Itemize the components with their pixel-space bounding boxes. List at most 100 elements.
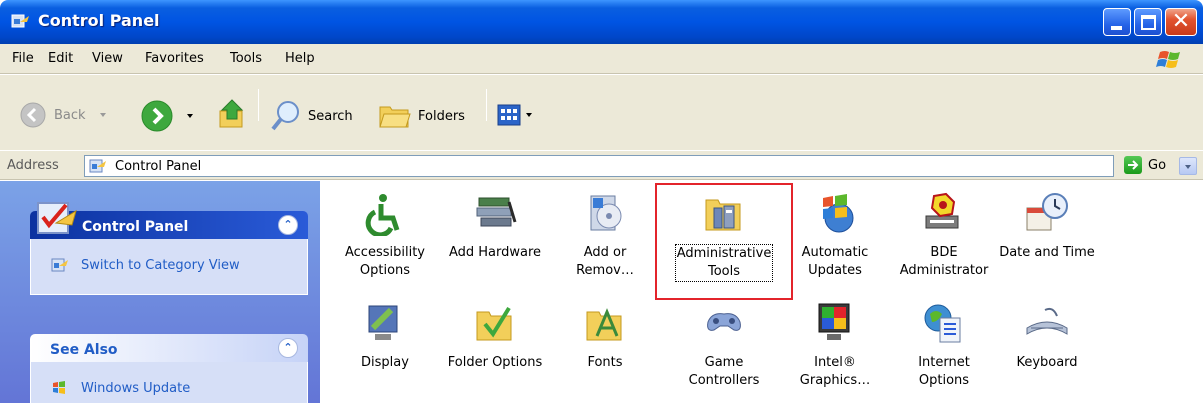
icon-internet-options[interactable]: Internet Options — [889, 302, 999, 390]
label-line1: Add Hardware — [448, 245, 542, 260]
address-bar: Address Control Panel Go — [0, 150, 1203, 180]
windows-update-label: Windows Update — [81, 380, 191, 396]
back-dropdown-icon[interactable] — [99, 113, 106, 117]
minimize-icon — [1111, 26, 1122, 30]
icon-automatic-updates[interactable]: Automatic Updates — [780, 192, 890, 280]
window-title: Control Panel — [38, 11, 160, 30]
views-grid-icon — [497, 104, 521, 126]
windows-globe-icon — [823, 194, 854, 233]
back-label: Back — [54, 107, 86, 123]
menu-edit[interactable]: Edit — [48, 51, 73, 66]
display-icon — [368, 305, 398, 340]
close-button[interactable]: ✕ — [1165, 8, 1197, 36]
windows-update-icon — [53, 381, 65, 394]
label-line1: Date and Time — [999, 245, 1095, 260]
label-line2: Options — [918, 373, 970, 388]
windows-update-link[interactable]: Windows Update — [31, 362, 307, 396]
icon-folder-options[interactable]: Folder Options — [440, 302, 550, 372]
icon-add-or-remove[interactable]: Add or Remov… — [550, 192, 660, 280]
add-remove-icon — [590, 195, 622, 231]
folders-icon — [379, 106, 411, 128]
menu-file[interactable]: File — [12, 51, 34, 66]
control-panel-section-header[interactable]: Control Panel ⌃ — [30, 202, 308, 239]
wheelchair-icon — [365, 194, 400, 238]
up-folder-icon[interactable] — [218, 97, 248, 131]
collapse-control-panel-button[interactable]: ⌃ — [278, 215, 298, 235]
close-icon: ✕ — [1171, 9, 1191, 34]
search-icon — [271, 101, 299, 131]
globe-document-icon — [924, 304, 961, 343]
folder-check-icon — [476, 306, 512, 341]
clock-calendar-icon — [1026, 193, 1068, 231]
title-bar[interactable]: Control Panel ✕ — [0, 0, 1203, 44]
address-field[interactable]: Control Panel — [84, 155, 1197, 177]
windows-logo-icon — [1156, 51, 1180, 68]
forward-arrow-icon — [141, 100, 173, 132]
icon-intel-graphics[interactable]: Intel® Graphics… — [780, 302, 890, 390]
back-button[interactable]: Back — [20, 102, 106, 128]
icon-date-and-time[interactable]: Date and Time — [992, 192, 1102, 262]
icon-display[interactable]: Display — [330, 302, 440, 372]
keyboard-icon — [1026, 307, 1068, 335]
menu-bar: File Edit View Favorites Tools Help — [0, 44, 1203, 74]
menu-help[interactable]: Help — [285, 51, 315, 66]
label-line1: Fonts — [587, 355, 623, 370]
icon-game-controllers[interactable]: Game Controllers — [669, 302, 779, 390]
see-also-section-header[interactable]: See Also ⌃ — [30, 334, 308, 362]
minimize-button[interactable] — [1103, 8, 1131, 36]
control-panel-section: Control Panel ⌃ Switch to Category View — [30, 202, 308, 295]
views-button[interactable] — [497, 104, 532, 126]
label-line1: Accessibility — [345, 245, 425, 260]
selection-highlight — [655, 183, 793, 300]
label-line1: Keyboard — [1016, 355, 1078, 370]
address-label: Address — [7, 158, 59, 173]
chevron-down-icon — [1185, 165, 1191, 169]
gamepad-icon — [707, 313, 741, 331]
label-line2: Remov… — [576, 263, 634, 278]
control-panel-icon — [11, 14, 29, 28]
category-view-icon — [51, 258, 68, 272]
address-dropdown-button[interactable] — [1179, 157, 1197, 175]
label-line1: BDE — [930, 245, 958, 260]
toolbar: Back Search Folders — [0, 75, 1203, 159]
see-also-section-body: Windows Update — [30, 362, 308, 403]
menu-tools[interactable]: Tools — [230, 51, 262, 66]
menu-favorites[interactable]: Favorites — [145, 51, 204, 66]
go-arrow-icon — [1124, 156, 1142, 174]
control-panel-icon — [89, 159, 106, 173]
icon-fonts[interactable]: Fonts — [550, 302, 660, 372]
label-line2: Updates — [808, 263, 862, 278]
folders-label: Folders — [418, 108, 465, 124]
control-panel-section-title: Control Panel — [82, 219, 189, 235]
search-button[interactable]: Search — [270, 100, 353, 132]
icon-keyboard[interactable]: Keyboard — [992, 302, 1102, 372]
see-also-section: See Also ⌃ Windows Update — [30, 334, 308, 403]
see-also-section-title: See Also — [50, 342, 118, 358]
icon-add-hardware[interactable]: Add Hardware — [440, 192, 550, 262]
icon-accessibility-options[interactable]: Accessibility Options — [330, 192, 440, 280]
label-line1: Display — [361, 355, 409, 370]
control-panel-large-icon — [37, 202, 77, 234]
views-dropdown-icon[interactable] — [526, 113, 532, 117]
label-line2: Controllers — [688, 373, 760, 388]
folders-button[interactable]: Folders — [378, 101, 465, 131]
collapse-see-also-button[interactable]: ⌃ — [278, 338, 298, 358]
search-label: Search — [308, 108, 353, 124]
forward-dropdown-icon[interactable] — [187, 114, 193, 118]
switch-category-view-link[interactable]: Switch to Category View — [31, 239, 307, 273]
forward-button[interactable] — [141, 100, 193, 132]
label-line1: Automatic — [801, 245, 869, 260]
intel-monitor-icon — [818, 303, 850, 340]
menu-view[interactable]: View — [92, 51, 123, 66]
task-pane: Control Panel ⌃ Switch to Category View … — [0, 181, 320, 403]
toolbar-separator — [486, 89, 487, 121]
label-line1: Internet — [918, 355, 970, 370]
maximize-button[interactable] — [1134, 8, 1162, 36]
go-button[interactable]: Go — [1124, 156, 1166, 174]
toolbar-separator — [258, 89, 259, 121]
label-line2: Options — [359, 263, 411, 278]
address-value: Control Panel — [115, 159, 202, 174]
label-line2: Administrator — [899, 263, 989, 278]
icon-bde-administrator[interactable]: BDE Administrator — [889, 192, 999, 280]
label-line1: Intel® — [814, 355, 856, 370]
